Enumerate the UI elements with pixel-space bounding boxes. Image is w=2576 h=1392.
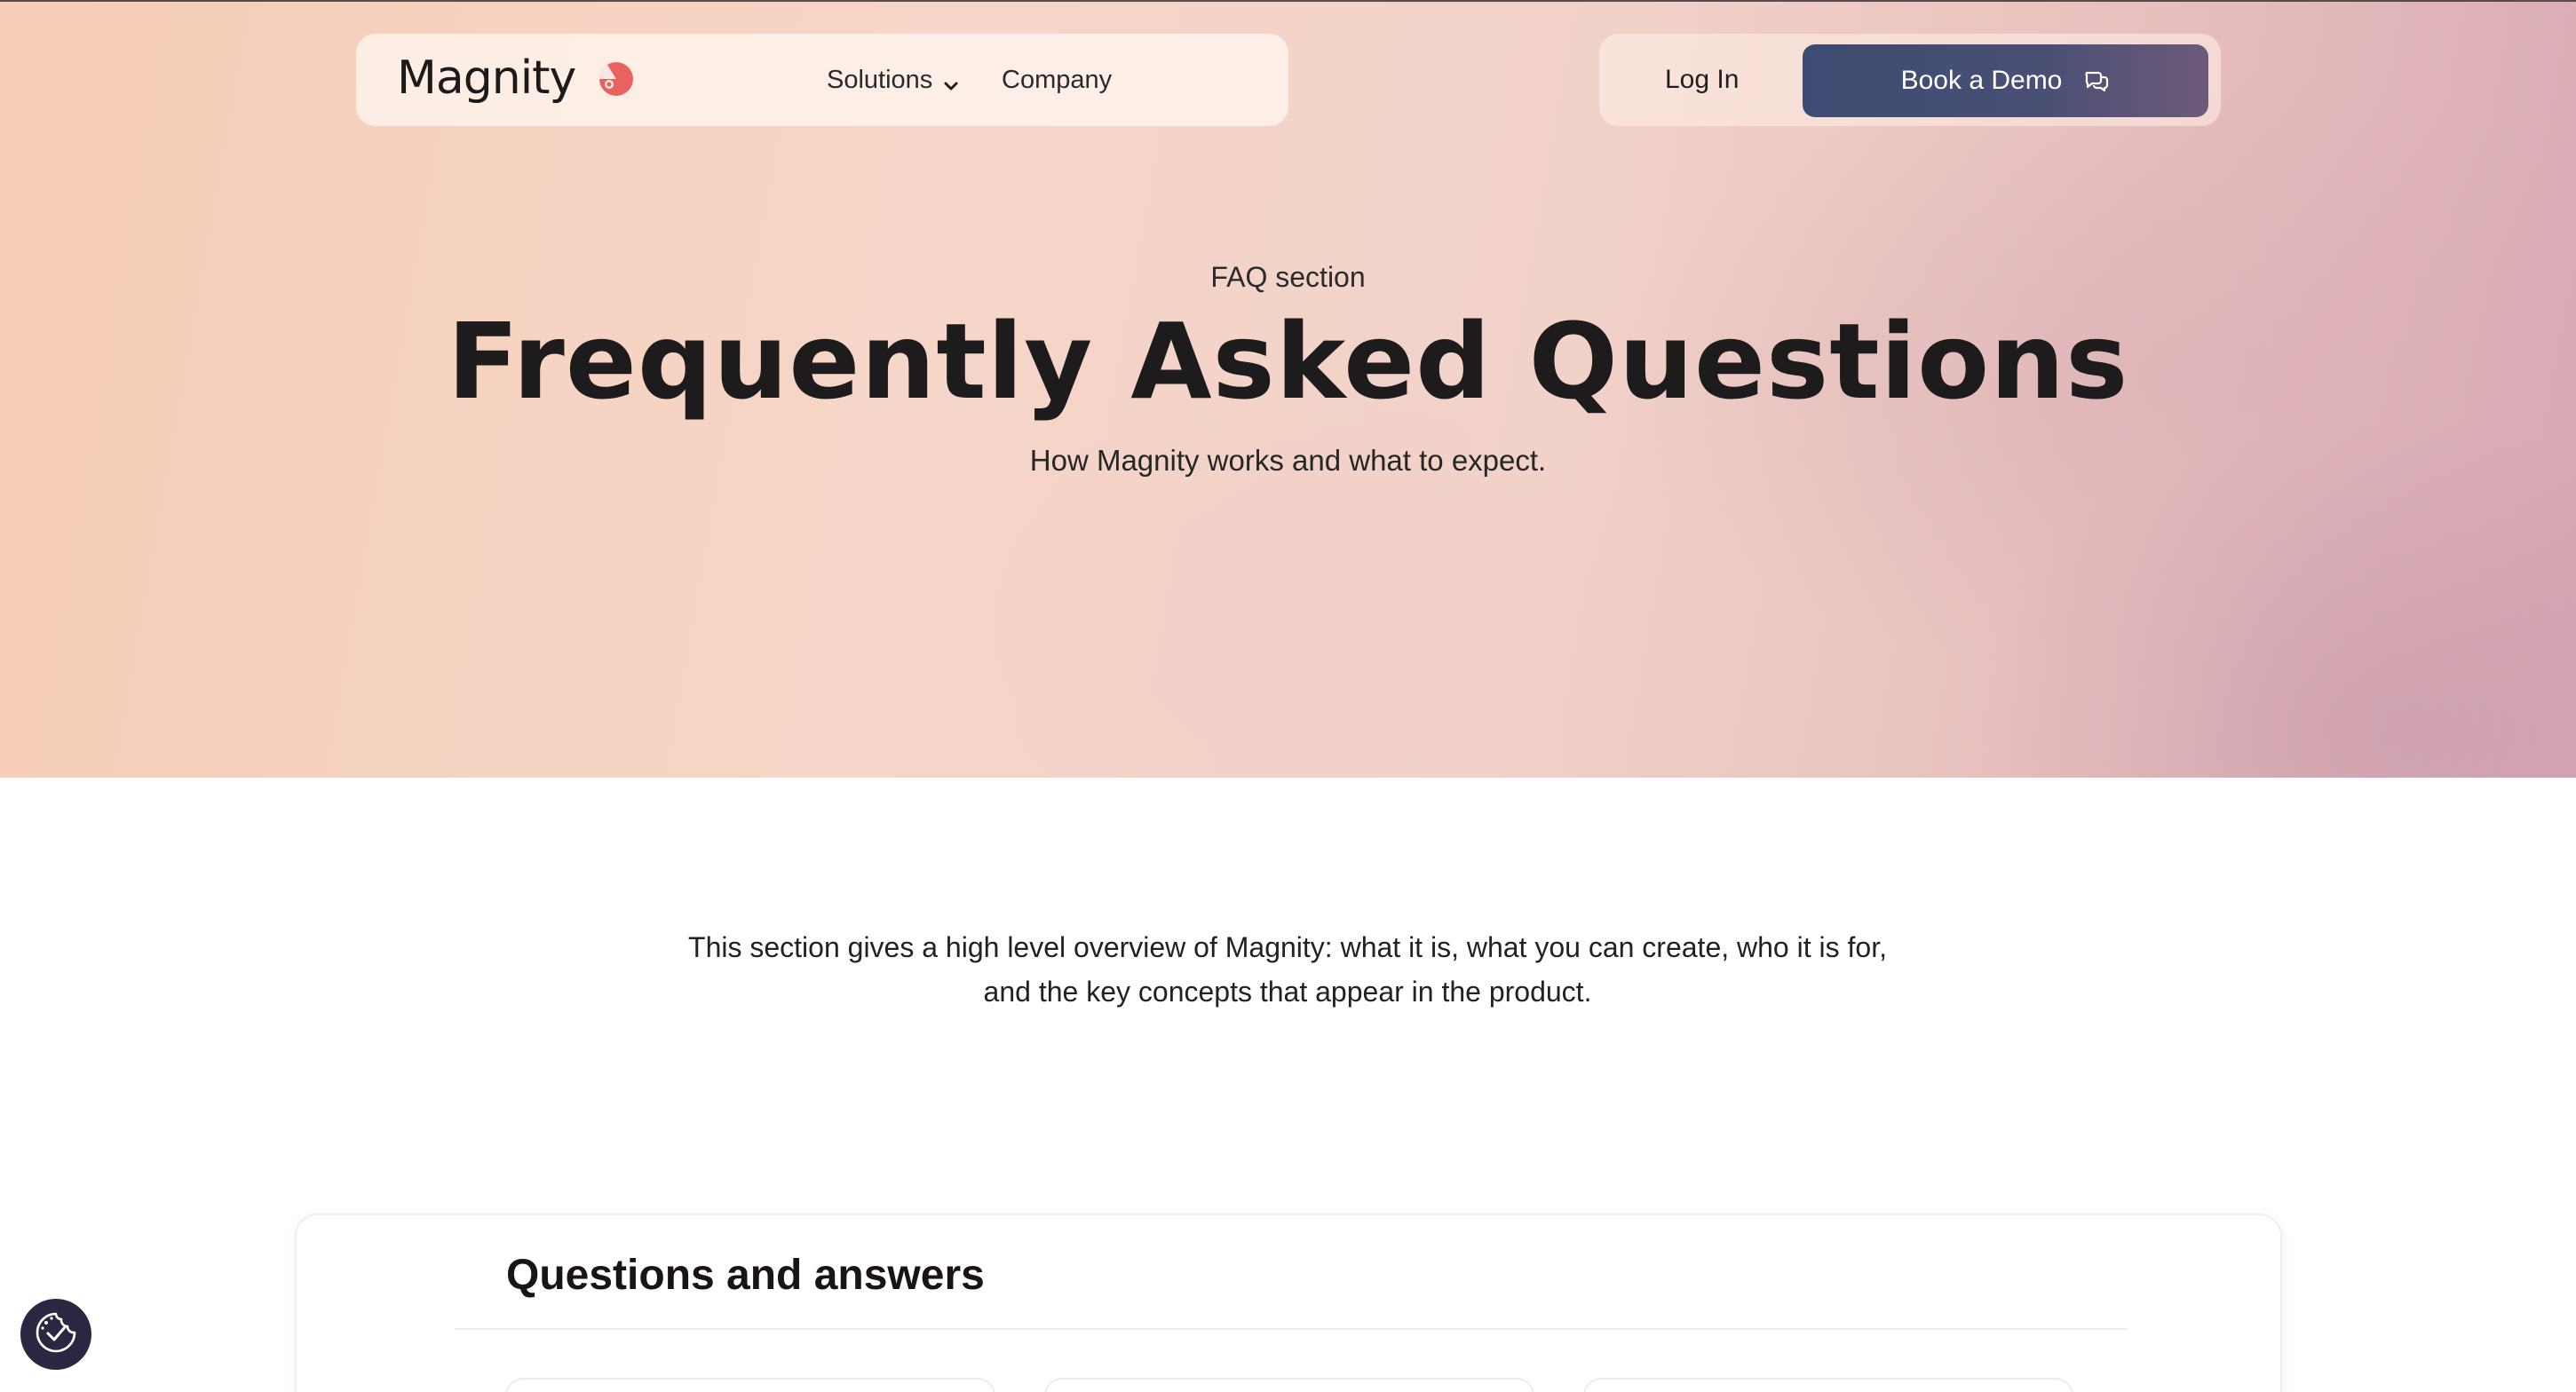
book-demo-button[interactable]: Book a Demo xyxy=(1803,44,2208,117)
hero-eyebrow: FAQ section xyxy=(1210,261,1366,293)
login-link[interactable]: Log In xyxy=(1665,62,1739,98)
main-nav: Magnity Solutions Company xyxy=(356,34,1288,126)
question-item[interactable] xyxy=(505,1378,995,1392)
cookie-settings-button[interactable] xyxy=(20,1299,91,1370)
question-item[interactable] xyxy=(1583,1378,2073,1392)
questions-card: Questions and answers xyxy=(295,1214,2282,1392)
questions-divider xyxy=(455,1328,2128,1330)
nav-solutions-label: Solutions xyxy=(827,66,933,94)
hero-subtitle: How Magnity works and what to expect. xyxy=(1029,444,1547,477)
page: Magnity Solutions Company Log In Book a … xyxy=(0,0,2576,1392)
questions-heading: Questions and answers xyxy=(506,1252,985,1299)
question-item[interactable] xyxy=(1044,1378,1534,1392)
page-title: Frequently Asked Questions xyxy=(447,300,2129,423)
chat-bubbles-icon xyxy=(2083,67,2110,94)
intro-paragraph: This section gives a high level overview… xyxy=(577,925,1998,1014)
chevron-down-icon xyxy=(941,70,961,91)
cookie-consent-icon xyxy=(32,1309,80,1361)
magnity-logo-mark-icon[interactable] xyxy=(595,59,634,99)
account-nav: Log In Book a Demo xyxy=(1599,34,2221,126)
intro-line-2: and the key concepts that appear in the … xyxy=(983,976,1592,1008)
logo-wordmark[interactable]: Magnity xyxy=(397,50,576,107)
nav-company[interactable]: Company xyxy=(1002,62,1112,98)
hero-section: Magnity Solutions Company Log In Book a … xyxy=(0,0,2576,778)
book-demo-label: Book a Demo xyxy=(1900,66,2063,95)
nav-solutions[interactable]: Solutions xyxy=(827,62,961,98)
intro-line-1: This section gives a high level overview… xyxy=(688,931,1887,963)
